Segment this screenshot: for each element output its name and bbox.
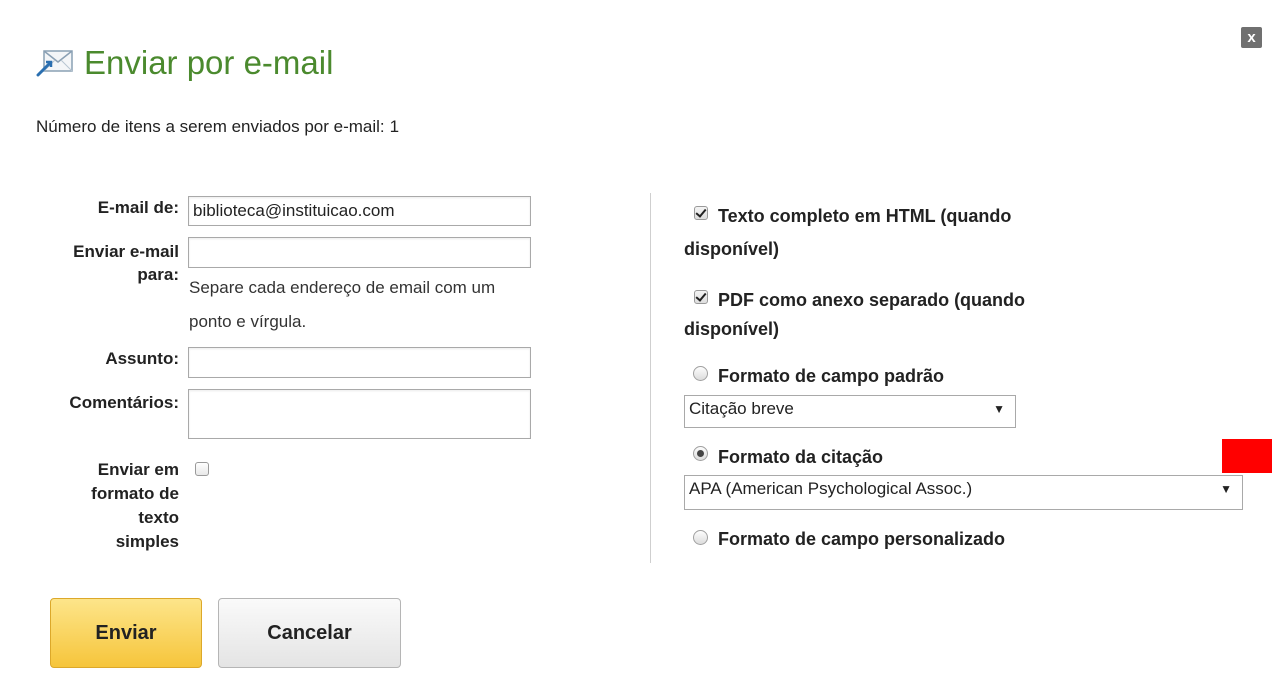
citation-format-select[interactable]: APA (American Psychological Assoc.) ▼: [684, 475, 1243, 510]
from-email-input[interactable]: [188, 196, 531, 226]
send-button[interactable]: Enviar: [50, 598, 202, 668]
column-divider: [650, 193, 651, 563]
citation-format-select-value: APA (American Psychological Assoc.): [689, 479, 973, 498]
chevron-down-icon: ▼: [1220, 482, 1232, 496]
dialog-title-row: Enviar por e-mail: [36, 44, 333, 82]
plaintext-label-line4: simples: [115, 532, 179, 551]
close-icon: x: [1247, 29, 1256, 46]
email-envelope-icon: [36, 50, 73, 77]
chevron-down-icon: ▼: [993, 402, 1005, 416]
email-dialog: x Enviar por e-mail Número de itens a se…: [0, 0, 1272, 678]
item-count-value: 1: [389, 117, 400, 136]
citation-format-label: Formato da citação: [718, 447, 884, 467]
standard-format-select[interactable]: Citação breve ▼: [684, 395, 1016, 428]
item-count-line: Número de itens a serem enviados por e-m…: [36, 117, 399, 137]
subject-label: Assunto:: [105, 349, 179, 368]
plaintext-label-line3: texto: [138, 508, 179, 527]
to-email-input[interactable]: [188, 237, 531, 268]
comments-textarea[interactable]: [188, 389, 531, 439]
cancel-button[interactable]: Cancelar: [218, 598, 401, 668]
citation-format-radio[interactable]: [693, 446, 708, 461]
dialog-title: Enviar por e-mail: [84, 44, 334, 81]
plaintext-label-line1: Enviar em: [97, 460, 179, 479]
custom-format-radio[interactable]: [693, 530, 708, 545]
pdf-attachment-checkbox[interactable]: [694, 290, 708, 304]
to-label-line2: para:: [137, 265, 179, 284]
custom-format-label: Formato de campo personalizado: [718, 529, 1006, 549]
html-fulltext-checkbox[interactable]: [694, 206, 708, 220]
comments-label: Comentários:: [69, 393, 179, 412]
standard-format-radio[interactable]: [693, 366, 708, 381]
pdf-attachment-label-line2: disponível): [684, 319, 780, 339]
item-count-label: Número de itens a serem enviados por e-m…: [36, 117, 385, 136]
to-hint-line2: ponto e vírgula.: [189, 312, 307, 331]
close-button[interactable]: x: [1241, 27, 1262, 48]
red-marker: [1222, 439, 1272, 473]
to-hint-line1: Separe cada endereço de email com um: [189, 278, 496, 297]
standard-format-select-value: Citação breve: [689, 399, 794, 418]
plaintext-checkbox[interactable]: [195, 462, 209, 476]
standard-format-label: Formato de campo padrão: [718, 366, 945, 386]
html-fulltext-label-line2: disponível): [684, 239, 780, 259]
subject-input[interactable]: [188, 347, 531, 378]
to-label-line1: Enviar e-mail: [73, 242, 179, 261]
plaintext-label-line2: formato de: [91, 484, 179, 503]
from-label: E-mail de:: [97, 198, 179, 217]
